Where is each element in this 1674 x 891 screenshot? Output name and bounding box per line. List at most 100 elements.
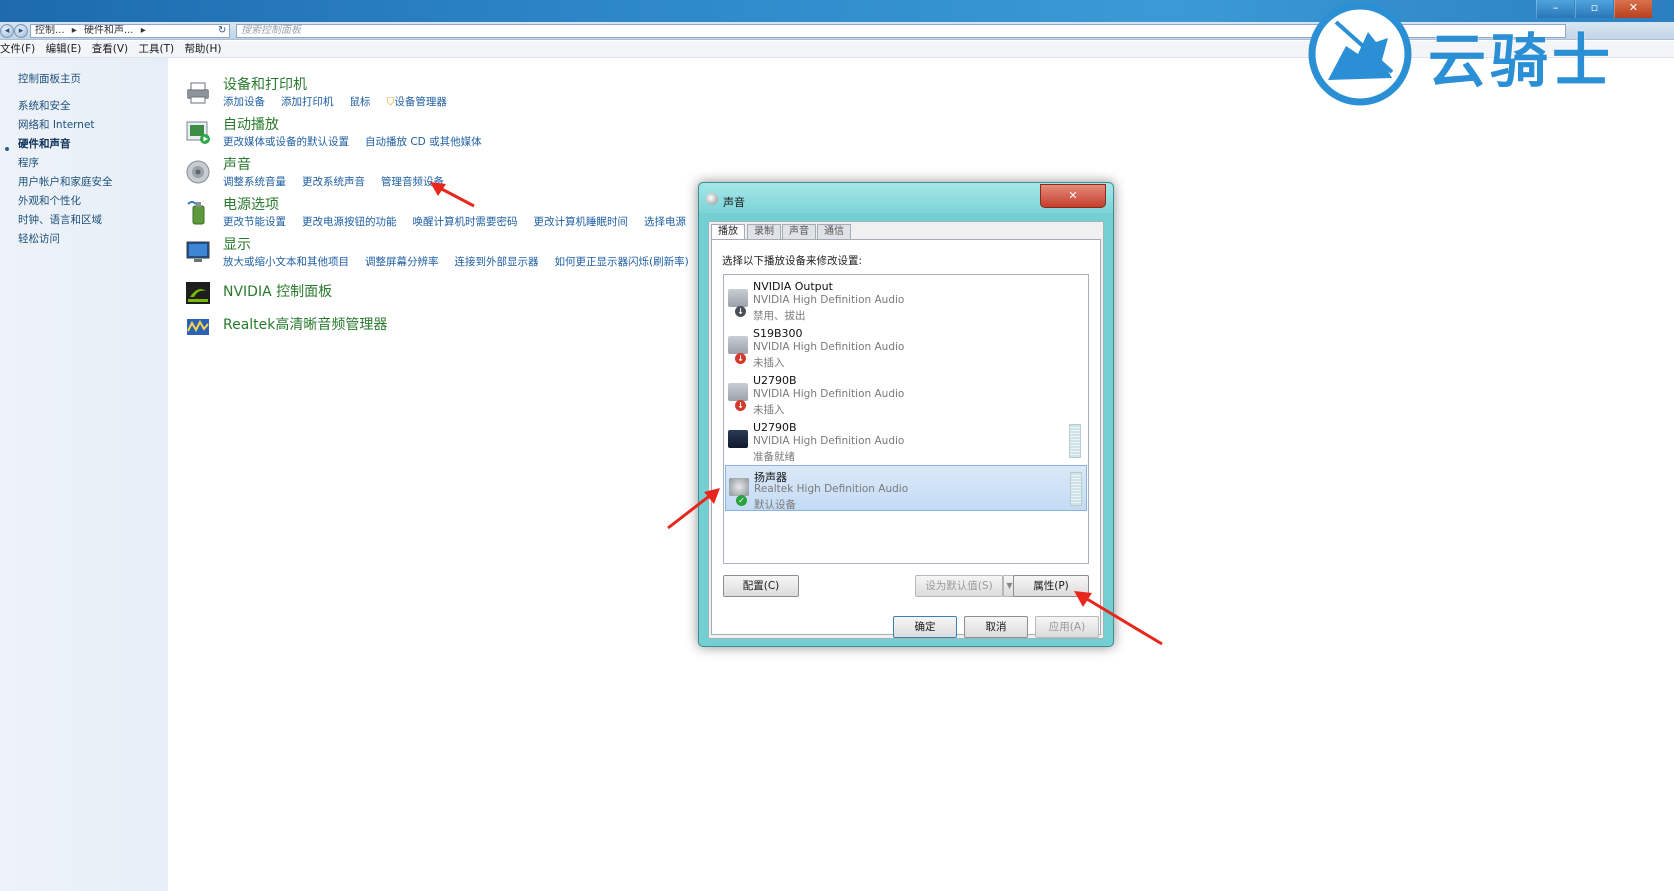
monitor-icon: [728, 430, 748, 448]
power-icon: [187, 201, 205, 225]
sidebar-item-home[interactable]: 控制面板主页: [18, 71, 81, 86]
category-sound[interactable]: 声音: [223, 154, 251, 174]
annotation-arrow-icon: [1074, 591, 1163, 646]
device-name: U2790B: [753, 374, 797, 387]
link-add-device[interactable]: 添加设备: [223, 96, 265, 108]
set-default-button[interactable]: 设为默认值(S): [915, 575, 1003, 597]
category-links-autoplay: 更改媒体或设备的默认设置 自动播放 CD 或其他媒体: [223, 134, 498, 149]
category-links-display: 放大或缩小文本和其他项目 调整屏幕分辨率 连接到外部显示器 如何更正显示器闪烁(刷新率…: [223, 254, 705, 269]
dialog-close-button[interactable]: ✕: [1040, 184, 1106, 208]
category-links-devices: 添加设备 添加打印机 鼠标 ⛉设备管理器: [223, 94, 463, 109]
list-item-device[interactable]: U2790B NVIDIA High Definition Audio 准备就绪: [725, 418, 1087, 464]
breadcrumb-item[interactable]: 硬件和声...: [84, 25, 134, 36]
category-power-options[interactable]: 电源选项: [223, 194, 279, 214]
configure-button[interactable]: 配置(C): [723, 575, 799, 597]
list-item-device[interactable]: ↓ S19B300 NVIDIA High Definition Audio 未…: [725, 324, 1087, 370]
speaker-icon: [729, 478, 749, 496]
playback-device-list[interactable]: ↓ NVIDIA Output NVIDIA High Definition A…: [723, 274, 1089, 564]
sound-dialog: 声音 ✕ 播放 录制 声音 通信 选择以下播放设备来修改设置: ↓ NVIDIA…: [698, 182, 1114, 647]
link-wake-password[interactable]: 唤醒计算机时需要密码: [413, 216, 518, 228]
link-mouse[interactable]: 鼠标: [350, 96, 371, 108]
instruction-text: 选择以下播放设备来修改设置:: [722, 255, 863, 267]
link-change-system-sounds[interactable]: 更改系统声音: [302, 176, 365, 188]
list-item-device[interactable]: ↓ NVIDIA Output NVIDIA High Definition A…: [725, 277, 1087, 323]
cancel-button[interactable]: 取消: [964, 616, 1028, 638]
menu-file[interactable]: 文件(F): [0, 43, 35, 55]
autoplay-icon: [186, 121, 210, 144]
printer-icon: [187, 82, 209, 104]
category-links-sound: 调整系统音量 更改系统声音 管理音频设备: [223, 174, 460, 189]
knight-logo-icon: [1308, 2, 1412, 106]
sidebar-item-ease-of-access[interactable]: 轻松访问: [18, 231, 60, 246]
watermark-logo: 云骑士: [1300, 0, 1674, 110]
link-device-manager[interactable]: 设备管理器: [394, 96, 447, 108]
dialog-titlebar[interactable]: 声音 ✕: [699, 183, 1113, 213]
volume-level-meter: [1070, 472, 1082, 506]
breadcrumb-separator-icon: ▸: [71, 25, 77, 36]
menu-edit[interactable]: 编辑(E): [46, 43, 82, 55]
tab-playback[interactable]: 播放: [711, 224, 745, 240]
annotation-arrow-icon: [667, 488, 720, 530]
device-driver: NVIDIA High Definition Audio: [753, 435, 905, 447]
list-item-device[interactable]: ↓ U2790B NVIDIA High Definition Audio 未插…: [725, 371, 1087, 417]
tab-recording[interactable]: 录制: [747, 224, 781, 239]
sidebar-item-clock-region[interactable]: 时钟、语言和区域: [18, 212, 102, 227]
refresh-icon[interactable]: ↻: [218, 25, 226, 36]
device-driver: NVIDIA High Definition Audio: [753, 294, 905, 306]
list-item-device-selected[interactable]: ✓ 扬声器 Realtek High Definition Audio 默认设备: [725, 465, 1087, 511]
sidebar-item-user-accounts[interactable]: 用户帐户和家庭安全: [18, 174, 113, 189]
menu-tools[interactable]: 工具(T): [138, 43, 174, 55]
breadcrumb-item[interactable]: 控制...: [35, 25, 65, 36]
link-add-printer[interactable]: 添加打印机: [281, 96, 334, 108]
sidebar-item-network[interactable]: 网络和 Internet: [18, 117, 95, 132]
sidebar-item-hardware-sound[interactable]: 硬件和声音: [18, 136, 71, 151]
sidebar-item-system-security[interactable]: 系统和安全: [18, 98, 71, 113]
forward-button[interactable]: ▸: [14, 24, 28, 38]
device-status: 未插入: [753, 404, 785, 416]
link-autoplay-cd[interactable]: 自动播放 CD 或其他媒体: [365, 136, 482, 148]
link-power-saving[interactable]: 更改节能设置: [223, 216, 286, 228]
dialog-title: 声音: [723, 196, 745, 209]
link-change-media-defaults[interactable]: 更改媒体或设备的默认设置: [223, 136, 349, 148]
back-button[interactable]: ◂: [0, 24, 14, 38]
ok-button[interactable]: 确定: [893, 616, 957, 638]
link-choose-power-plan[interactable]: 选择电源: [644, 216, 686, 228]
link-adjust-volume[interactable]: 调整系统音量: [223, 176, 286, 188]
active-bullet-icon: [5, 147, 9, 151]
nvidia-icon: [186, 282, 210, 304]
link-screen-resolution[interactable]: 调整屏幕分辨率: [365, 256, 439, 268]
category-nvidia-control-panel[interactable]: NVIDIA 控制面板: [223, 281, 332, 301]
device-status: 准备就绪: [753, 451, 795, 463]
device-driver: Realtek High Definition Audio: [754, 483, 909, 495]
sidebar-item-appearance[interactable]: 外观和个性化: [18, 193, 81, 208]
unplugged-icon: ↓: [735, 353, 746, 364]
breadcrumb-item[interactable]: ▸: [141, 25, 146, 36]
watermark-text: 云骑士: [1428, 27, 1615, 95]
volume-level-meter: [1069, 424, 1081, 458]
monitor-icon: [728, 383, 748, 401]
device-driver: NVIDIA High Definition Audio: [753, 388, 905, 400]
category-realtek-audio-manager[interactable]: Realtek高清晰音频管理器: [223, 314, 387, 334]
category-devices-printers[interactable]: 设备和打印机: [223, 74, 307, 94]
dialog-body: 播放 录制 声音 通信 选择以下播放设备来修改设置: ↓ NVIDIA Outp…: [708, 221, 1104, 639]
menu-view[interactable]: 查看(V): [92, 43, 128, 55]
link-refresh-rate[interactable]: 如何更正显示器闪烁(刷新率): [555, 256, 689, 268]
device-name: NVIDIA Output: [753, 280, 833, 293]
link-power-button[interactable]: 更改电源按钮的功能: [302, 216, 397, 228]
menu-help[interactable]: 帮助(H): [184, 43, 221, 55]
link-external-display[interactable]: 连接到外部显示器: [455, 256, 539, 268]
playback-panel: 选择以下播放设备来修改设置: ↓ NVIDIA Output NVIDIA Hi…: [711, 239, 1101, 635]
device-name: U2790B: [753, 421, 797, 434]
link-sleep-time[interactable]: 更改计算机睡眠时间: [534, 216, 629, 228]
category-links-power: 更改节能设置 更改电源按钮的功能 唤醒计算机时需要密码 更改计算机睡眠时间 选择电源: [223, 214, 702, 229]
tab-sounds[interactable]: 声音: [782, 224, 816, 239]
sidebar: 控制面板主页 系统和安全 网络和 Internet 硬件和声音 程序 用户帐户和…: [0, 58, 168, 891]
tab-communications[interactable]: 通信: [817, 224, 851, 239]
check-icon: ✓: [736, 495, 747, 506]
breadcrumb[interactable]: 控制... ▸ 硬件和声... ▸: [30, 24, 230, 38]
category-autoplay[interactable]: 自动播放: [223, 114, 279, 134]
speaker-icon: [706, 193, 718, 205]
sidebar-item-programs[interactable]: 程序: [18, 155, 39, 170]
category-display[interactable]: 显示: [223, 234, 251, 254]
link-text-size[interactable]: 放大或缩小文本和其他项目: [223, 256, 349, 268]
